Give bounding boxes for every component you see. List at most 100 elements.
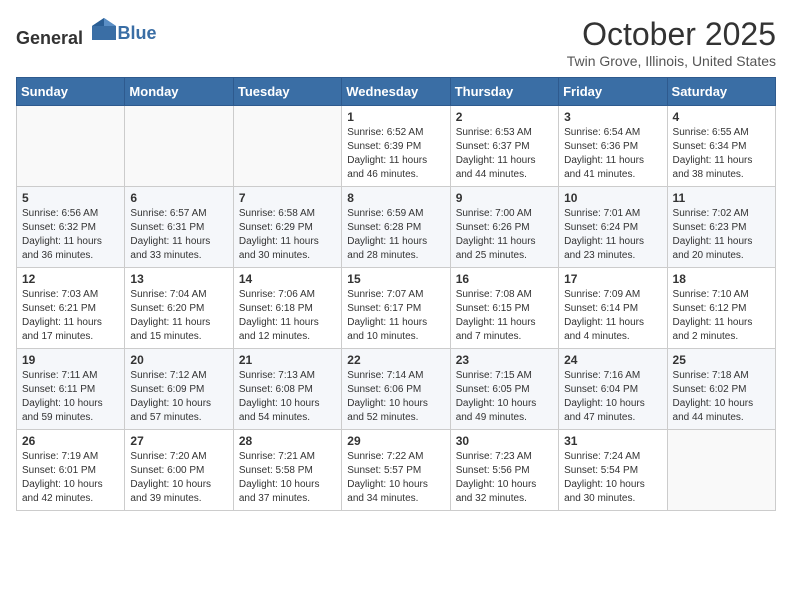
day-cell: 11Sunrise: 7:02 AM Sunset: 6:23 PM Dayli… xyxy=(667,187,775,268)
day-info: Sunrise: 6:55 AM Sunset: 6:34 PM Dayligh… xyxy=(673,126,770,182)
day-cell: 9 Sunrise: 7:00 AM Sunset: 6:26 PM Daylig… xyxy=(450,187,558,268)
title-block: October 2025 Twin Grove, Illinois, Unite… xyxy=(567,16,776,69)
day-info: Sunrise: 6:57 AM Sunset: 6:31 PM Dayligh… xyxy=(130,207,227,263)
day-number: 21 xyxy=(239,353,336,367)
day-number: 2 xyxy=(456,110,553,124)
location-title: Twin Grove, Illinois, United States xyxy=(567,53,776,69)
weekday-header-thursday: Thursday xyxy=(450,78,558,106)
day-number: 29 xyxy=(347,434,444,448)
day-number: 23 xyxy=(456,353,553,367)
day-number: 15 xyxy=(347,272,444,286)
weekday-header-sunday: Sunday xyxy=(17,78,125,106)
day-cell: 14 Sunrise: 7:06 AM Sunset: 6:18 PM Dayli… xyxy=(233,268,341,349)
day-info: Sunrise: 7:07 AM Sunset: 6:17 PM Dayligh… xyxy=(347,288,444,344)
day-number: 22 xyxy=(347,353,444,367)
day-cell: 6 Sunrise: 6:57 AM Sunset: 6:31 PM Daylig… xyxy=(125,187,233,268)
day-info: Sunrise: 7:20 AM Sunset: 6:00 PM Dayligh… xyxy=(130,450,227,506)
day-number: 31 xyxy=(564,434,661,448)
day-info: Sunrise: 7:21 AM Sunset: 5:58 PM Dayligh… xyxy=(239,450,336,506)
day-cell: 1Sunrise: 6:52 AM Sunset: 6:39 PM Daylig… xyxy=(342,106,450,187)
day-number: 4 xyxy=(673,110,770,124)
day-info: Sunrise: 7:24 AM Sunset: 5:54 PM Dayligh… xyxy=(564,450,661,506)
day-cell xyxy=(125,106,233,187)
page-header: General Blue October 2025 Twin Grove, Il… xyxy=(16,16,776,69)
weekday-header-monday: Monday xyxy=(125,78,233,106)
day-number: 27 xyxy=(130,434,227,448)
day-cell xyxy=(233,106,341,187)
day-cell: 7 Sunrise: 6:58 AM Sunset: 6:29 PM Daylig… xyxy=(233,187,341,268)
day-cell: 24 Sunrise: 7:16 AM Sunset: 6:04 PM Dayli… xyxy=(559,349,667,430)
day-info: Sunrise: 6:58 AM Sunset: 6:29 PM Dayligh… xyxy=(239,207,336,263)
day-number: 7 xyxy=(239,191,336,205)
day-number: 19 xyxy=(22,353,119,367)
day-cell xyxy=(17,106,125,187)
day-info: Sunrise: 7:04 AM Sunset: 6:20 PM Dayligh… xyxy=(130,288,227,344)
day-info: Sunrise: 7:16 AM Sunset: 6:04 PM Dayligh… xyxy=(564,369,661,425)
day-cell: 2Sunrise: 6:53 AM Sunset: 6:37 PM Daylig… xyxy=(450,106,558,187)
day-number: 24 xyxy=(564,353,661,367)
day-cell: 16 Sunrise: 7:08 AM Sunset: 6:15 PM Dayli… xyxy=(450,268,558,349)
day-cell: 21 Sunrise: 7:13 AM Sunset: 6:08 PM Dayli… xyxy=(233,349,341,430)
day-cell: 27 Sunrise: 7:20 AM Sunset: 6:00 PM Dayli… xyxy=(125,430,233,511)
day-cell: 12 Sunrise: 7:03 AM Sunset: 6:21 PM Dayli… xyxy=(17,268,125,349)
day-cell: 15 Sunrise: 7:07 AM Sunset: 6:17 PM Dayli… xyxy=(342,268,450,349)
day-info: Sunrise: 7:23 AM Sunset: 5:56 PM Dayligh… xyxy=(456,450,553,506)
day-number: 14 xyxy=(239,272,336,286)
day-number: 18 xyxy=(673,272,770,286)
week-row-1: 1Sunrise: 6:52 AM Sunset: 6:39 PM Daylig… xyxy=(17,106,776,187)
day-number: 16 xyxy=(456,272,553,286)
month-title: October 2025 xyxy=(567,16,776,53)
day-number: 10 xyxy=(564,191,661,205)
week-row-2: 5 Sunrise: 6:56 AM Sunset: 6:32 PM Daylig… xyxy=(17,187,776,268)
day-cell: 18 Sunrise: 7:10 AM Sunset: 6:12 PM Dayli… xyxy=(667,268,775,349)
day-number: 26 xyxy=(22,434,119,448)
day-info: Sunrise: 7:09 AM Sunset: 6:14 PM Dayligh… xyxy=(564,288,661,344)
day-info: Sunrise: 7:13 AM Sunset: 6:08 PM Dayligh… xyxy=(239,369,336,425)
calendar-table: SundayMondayTuesdayWednesdayThursdayFrid… xyxy=(16,77,776,511)
week-row-4: 19Sunrise: 7:11 AM Sunset: 6:11 PM Dayli… xyxy=(17,349,776,430)
day-number: 6 xyxy=(130,191,227,205)
day-info: Sunrise: 7:06 AM Sunset: 6:18 PM Dayligh… xyxy=(239,288,336,344)
day-info: Sunrise: 7:03 AM Sunset: 6:21 PM Dayligh… xyxy=(22,288,119,344)
logo-text-general: General xyxy=(16,28,83,48)
day-number: 8 xyxy=(347,191,444,205)
day-info: Sunrise: 7:08 AM Sunset: 6:15 PM Dayligh… xyxy=(456,288,553,344)
day-cell xyxy=(667,430,775,511)
day-cell: 20Sunrise: 7:12 AM Sunset: 6:09 PM Dayli… xyxy=(125,349,233,430)
day-number: 9 xyxy=(456,191,553,205)
day-info: Sunrise: 7:01 AM Sunset: 6:24 PM Dayligh… xyxy=(564,207,661,263)
day-number: 25 xyxy=(673,353,770,367)
weekday-header-row: SundayMondayTuesdayWednesdayThursdayFrid… xyxy=(17,78,776,106)
day-info: Sunrise: 7:18 AM Sunset: 6:02 PM Dayligh… xyxy=(673,369,770,425)
day-cell: 10 Sunrise: 7:01 AM Sunset: 6:24 PM Dayli… xyxy=(559,187,667,268)
weekday-header-tuesday: Tuesday xyxy=(233,78,341,106)
day-cell: 30Sunrise: 7:23 AM Sunset: 5:56 PM Dayli… xyxy=(450,430,558,511)
day-info: Sunrise: 7:00 AM Sunset: 6:26 PM Dayligh… xyxy=(456,207,553,263)
day-number: 13 xyxy=(130,272,227,286)
logo: General Blue xyxy=(16,16,157,49)
week-row-5: 26 Sunrise: 7:19 AM Sunset: 6:01 PM Dayli… xyxy=(17,430,776,511)
day-info: Sunrise: 6:59 AM Sunset: 6:28 PM Dayligh… xyxy=(347,207,444,263)
day-cell: 8 Sunrise: 6:59 AM Sunset: 6:28 PM Daylig… xyxy=(342,187,450,268)
day-number: 20 xyxy=(130,353,227,367)
day-info: Sunrise: 7:14 AM Sunset: 6:06 PM Dayligh… xyxy=(347,369,444,425)
day-info: Sunrise: 6:54 AM Sunset: 6:36 PM Dayligh… xyxy=(564,126,661,182)
logo-text-blue: Blue xyxy=(118,23,157,43)
day-cell: 22 Sunrise: 7:14 AM Sunset: 6:06 PM Dayli… xyxy=(342,349,450,430)
day-cell: 17Sunrise: 7:09 AM Sunset: 6:14 PM Dayli… xyxy=(559,268,667,349)
day-number: 5 xyxy=(22,191,119,205)
day-info: Sunrise: 6:56 AM Sunset: 6:32 PM Dayligh… xyxy=(22,207,119,263)
day-number: 12 xyxy=(22,272,119,286)
day-cell: 28Sunrise: 7:21 AM Sunset: 5:58 PM Dayli… xyxy=(233,430,341,511)
day-cell: 13 Sunrise: 7:04 AM Sunset: 6:20 PM Dayli… xyxy=(125,268,233,349)
day-cell: 31 Sunrise: 7:24 AM Sunset: 5:54 PM Dayli… xyxy=(559,430,667,511)
weekday-header-saturday: Saturday xyxy=(667,78,775,106)
day-info: Sunrise: 7:19 AM Sunset: 6:01 PM Dayligh… xyxy=(22,450,119,506)
day-info: Sunrise: 6:52 AM Sunset: 6:39 PM Dayligh… xyxy=(347,126,444,182)
day-cell: 29Sunrise: 7:22 AM Sunset: 5:57 PM Dayli… xyxy=(342,430,450,511)
day-info: Sunrise: 7:10 AM Sunset: 6:12 PM Dayligh… xyxy=(673,288,770,344)
weekday-header-friday: Friday xyxy=(559,78,667,106)
day-cell: 25 Sunrise: 7:18 AM Sunset: 6:02 PM Dayli… xyxy=(667,349,775,430)
day-info: Sunrise: 7:15 AM Sunset: 6:05 PM Dayligh… xyxy=(456,369,553,425)
day-number: 3 xyxy=(564,110,661,124)
